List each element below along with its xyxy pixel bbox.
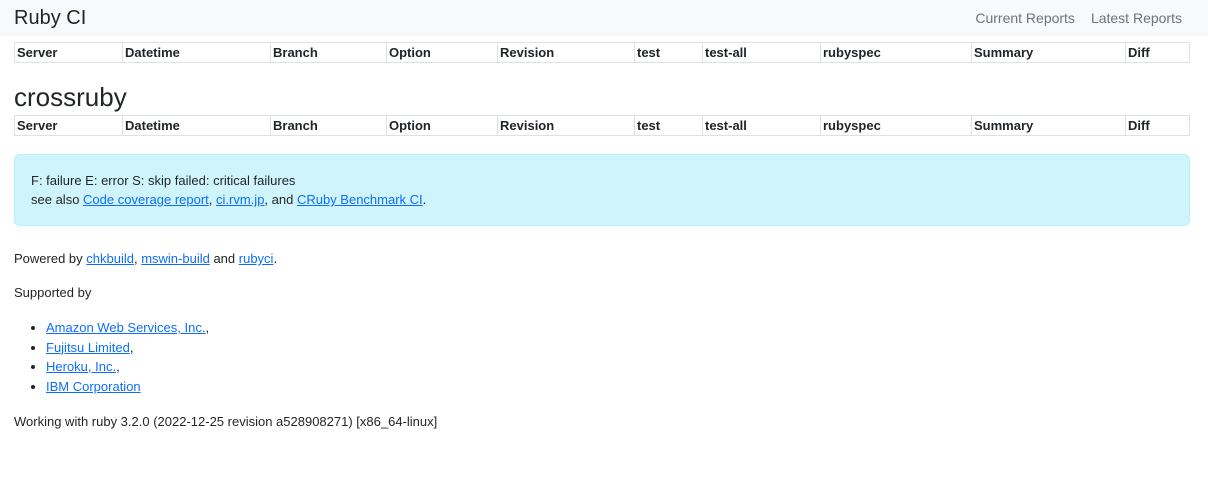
sponsor-aws-link[interactable]: Amazon Web Services, Inc. — [46, 320, 205, 335]
separator: , — [129, 339, 134, 355]
legend-alert: F: failure E: error S: skip failed: crit… — [14, 154, 1190, 226]
col-test: test — [634, 115, 703, 136]
section-title: crossruby — [14, 82, 127, 112]
col-server: Server — [14, 115, 123, 136]
col-datetime: Datetime — [122, 115, 271, 136]
period: . — [422, 192, 427, 207]
separator: , — [116, 359, 120, 374]
col-option: Option — [386, 42, 498, 63]
rubyci-link[interactable]: rubyci — [239, 251, 274, 266]
sponsor-list: Amazon Web Services, Inc., Fujitsu Limit… — [14, 318, 1190, 396]
col-diff: Diff — [1125, 42, 1190, 63]
col-branch: Branch — [270, 42, 387, 63]
col-diff: Diff — [1125, 115, 1190, 136]
col-test-all: test-all — [702, 115, 821, 136]
separator: and — [209, 251, 239, 266]
results-table-crossruby: Server Datetime Branch Option Revision t… — [14, 115, 1190, 136]
sponsor-ibm-link[interactable]: IBM Corporation — [46, 379, 141, 394]
cruby-benchmark-link[interactable]: CRuby Benchmark CI — [297, 192, 423, 207]
sponsor-fujitsu-link[interactable]: Fujitsu Limited — [46, 340, 130, 355]
col-test-all: test-all — [702, 42, 821, 63]
col-test: test — [634, 42, 703, 63]
powered-prefix: Powered by — [14, 251, 87, 266]
separator: , — [205, 320, 210, 335]
see-also-prefix: see also — [31, 192, 84, 207]
separator: , — [208, 192, 217, 207]
list-item: Heroku, Inc., — [46, 357, 1190, 377]
col-summary: Summary — [971, 115, 1126, 136]
separator: , and — [264, 192, 297, 207]
main-container: Server Datetime Branch Option Revision t… — [0, 42, 1208, 429]
period: . — [273, 251, 278, 266]
list-item: IBM Corporation — [46, 377, 1190, 397]
nav-latest-reports[interactable]: Latest Reports — [1091, 10, 1182, 26]
col-rubyspec: rubyspec — [820, 115, 972, 136]
supported-by-label: Supported by — [14, 285, 92, 300]
ci-rvm-link[interactable]: ci.rvm.jp — [216, 192, 264, 207]
col-revision: Revision — [497, 115, 635, 136]
mswin-build-link[interactable]: mswin-build — [141, 251, 210, 266]
ruby-version-info: Working with ruby 3.2.0 (2022-12-25 revi… — [14, 414, 438, 429]
nav-current-reports[interactable]: Current Reports — [975, 10, 1075, 26]
col-rubyspec: rubyspec — [820, 42, 972, 63]
chkbuild-link[interactable]: chkbuild — [86, 251, 134, 266]
nav-links: Current Reports Latest Reports — [975, 10, 1194, 26]
col-option: Option — [386, 115, 498, 136]
code-coverage-link[interactable]: Code coverage report — [83, 192, 209, 207]
table-header-row: Server Datetime Branch Option Revision t… — [14, 42, 1190, 63]
table-header-row: Server Datetime Branch Option Revision t… — [14, 115, 1190, 136]
col-datetime: Datetime — [122, 42, 271, 63]
results-table-top: Server Datetime Branch Option Revision t… — [14, 42, 1190, 63]
powered-by: Powered by chkbuild, mswin-build and rub… — [14, 251, 1190, 266]
col-branch: Branch — [270, 115, 387, 136]
see-also-line: see also Code coverage report, ci.rvm.jp… — [31, 190, 1173, 209]
col-summary: Summary — [971, 42, 1126, 63]
navbar: Ruby CI Current Reports Latest Reports — [0, 0, 1208, 36]
sponsor-heroku-link[interactable]: Heroku, Inc. — [46, 359, 116, 374]
list-item: Amazon Web Services, Inc., — [46, 318, 1190, 338]
col-revision: Revision — [497, 42, 635, 63]
list-item: Fujitsu Limited, — [46, 338, 1190, 358]
col-server: Server — [14, 42, 123, 63]
brand-link[interactable]: Ruby CI — [14, 0, 86, 36]
legend-line: F: failure E: error S: skip failed: crit… — [31, 173, 296, 188]
